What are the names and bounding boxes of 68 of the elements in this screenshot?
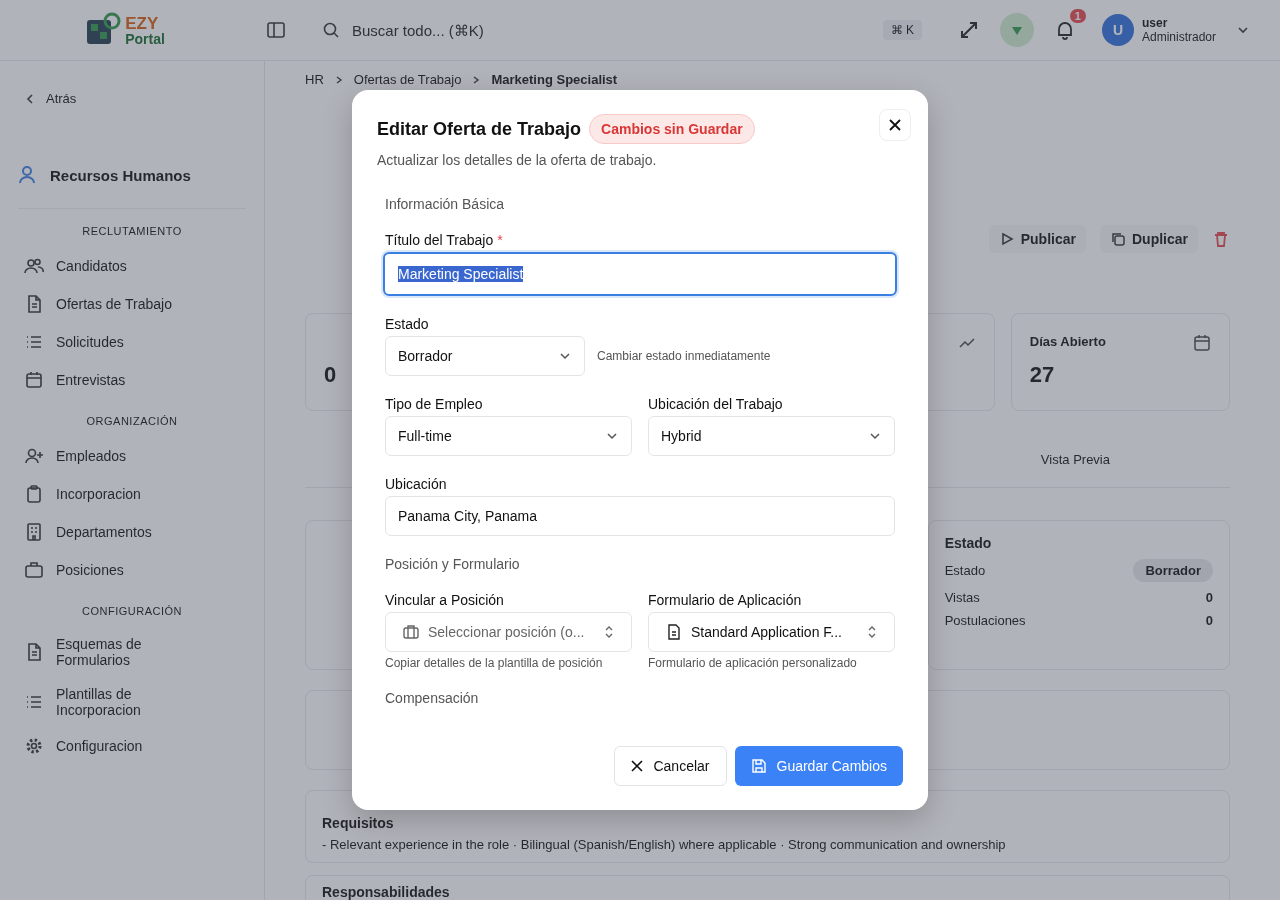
select-field[interactable]: Full-time — [385, 416, 632, 456]
field-label: Estado — [385, 316, 429, 332]
section-heading: Posición y Formulario — [385, 556, 521, 572]
cancel-button[interactable]: Cancelar — [614, 746, 727, 786]
shortcut-badge: ⌘ K — [882, 20, 922, 40]
row-label: Estado — [944, 563, 986, 578]
stat-value: 0 — [324, 362, 337, 388]
field-label: Título del Trabajo — [385, 232, 494, 248]
status-badge: Borrador — [1133, 559, 1213, 582]
sidebar-item[interactable]: Plantillas de Incorporacion — [18, 677, 246, 727]
module-title: Recursos Humanos — [50, 166, 191, 184]
sidebar-item[interactable]: Candidatos — [18, 247, 246, 285]
select-field[interactable]: Borrador — [385, 336, 585, 376]
input-field[interactable]: Panama City, Panama — [385, 496, 895, 536]
sidebar-item[interactable]: Ofertas de Trabajo — [18, 285, 246, 323]
row-value: 0 — [1205, 613, 1213, 628]
sidebar-item[interactable]: Entrevistas — [18, 361, 246, 399]
card-text: - Relevant experience in the role · Bilingual (Spanish/English) where applicable · Strong communication and ownership — [322, 837, 1007, 852]
required-mark: * — [497, 232, 503, 248]
sidebar-item[interactable]: Empleados — [18, 437, 246, 475]
field-hint: Cambiar estado inmediatamente — [597, 349, 771, 363]
action-button[interactable]: Duplicar — [1100, 225, 1198, 253]
dialog-title: Editar Oferta de Trabajo — [377, 118, 582, 140]
sidebar-item[interactable]: Esquemas de Formularios — [18, 627, 246, 677]
select-field[interactable]: Hybrid — [648, 416, 895, 456]
row-label: Postulaciones — [944, 613, 1026, 628]
notification-badge: 1 — [1069, 9, 1086, 23]
row-label: Vistas — [944, 590, 980, 605]
sidebar-item[interactable]: Configuracion — [18, 727, 246, 765]
input-field[interactable]: Marketing Specialist — [383, 252, 897, 296]
tab[interactable]: Vista Previa — [1040, 451, 1110, 467]
save-button[interactable]: Guardar Cambios — [734, 746, 903, 786]
field-label: Formulario de Aplicación — [648, 592, 802, 608]
action-button[interactable]: Publicar — [988, 225, 1086, 253]
section-heading: Información Básica — [385, 196, 506, 212]
group-heading: CONFIGURACIÓN — [82, 605, 182, 617]
sidebar-item[interactable]: Departamentos — [18, 513, 246, 551]
unsaved-badge: Cambios sin Guardar — [589, 114, 755, 144]
stat-label: Días Abierto — [1029, 334, 1106, 351]
breadcrumb-link[interactable]: HR — [305, 72, 324, 87]
logo-text: Portal — [125, 31, 165, 46]
group-heading: ORGANIZACIÓN — [86, 415, 178, 427]
dialog-subtitle: Actualizar los detalles de la oferta de trabajo. — [377, 152, 658, 168]
field-label: Vincular a Posición — [385, 592, 504, 608]
search-field[interactable]: Buscar todo... (⌘K) — [350, 20, 774, 40]
sidebar-item[interactable]: Incorporacion — [18, 475, 246, 513]
stat-value: 27 — [1029, 362, 1055, 388]
field-label: Ubicación — [385, 476, 447, 492]
back-link[interactable]: Atrás — [18, 91, 246, 106]
field-label: Ubicación del Trabajo — [648, 396, 783, 412]
breadcrumb-link[interactable]: Ofertas de Trabajo — [353, 72, 462, 87]
combobox-field[interactable]: Standard Application F... — [648, 612, 895, 652]
card-title: Requisitos — [322, 815, 395, 831]
logo-text: EZY — [125, 14, 160, 32]
field-hint: Formulario de aplicación personalizado — [648, 656, 858, 670]
user-role: Administrador — [1141, 30, 1216, 44]
section-heading: Compensación — [385, 690, 480, 706]
user-name: user — [1141, 16, 1169, 30]
breadcrumb-link[interactable]: Marketing Specialist — [491, 72, 618, 87]
field-label: Tipo de Empleo — [385, 396, 483, 412]
combobox-field[interactable]: Seleccionar posición (o... — [385, 612, 632, 652]
card-title: Responsabilidades — [322, 884, 451, 900]
field-hint: Copiar detalles de la plantilla de posición — [385, 656, 604, 670]
row-value: 0 — [1205, 590, 1213, 605]
card-title: Estado — [944, 535, 993, 551]
group-heading: RECLUTAMIENTO — [82, 225, 182, 237]
sidebar-item[interactable]: Posiciones — [18, 551, 246, 589]
sidebar-item[interactable]: Solicitudes — [18, 323, 246, 361]
